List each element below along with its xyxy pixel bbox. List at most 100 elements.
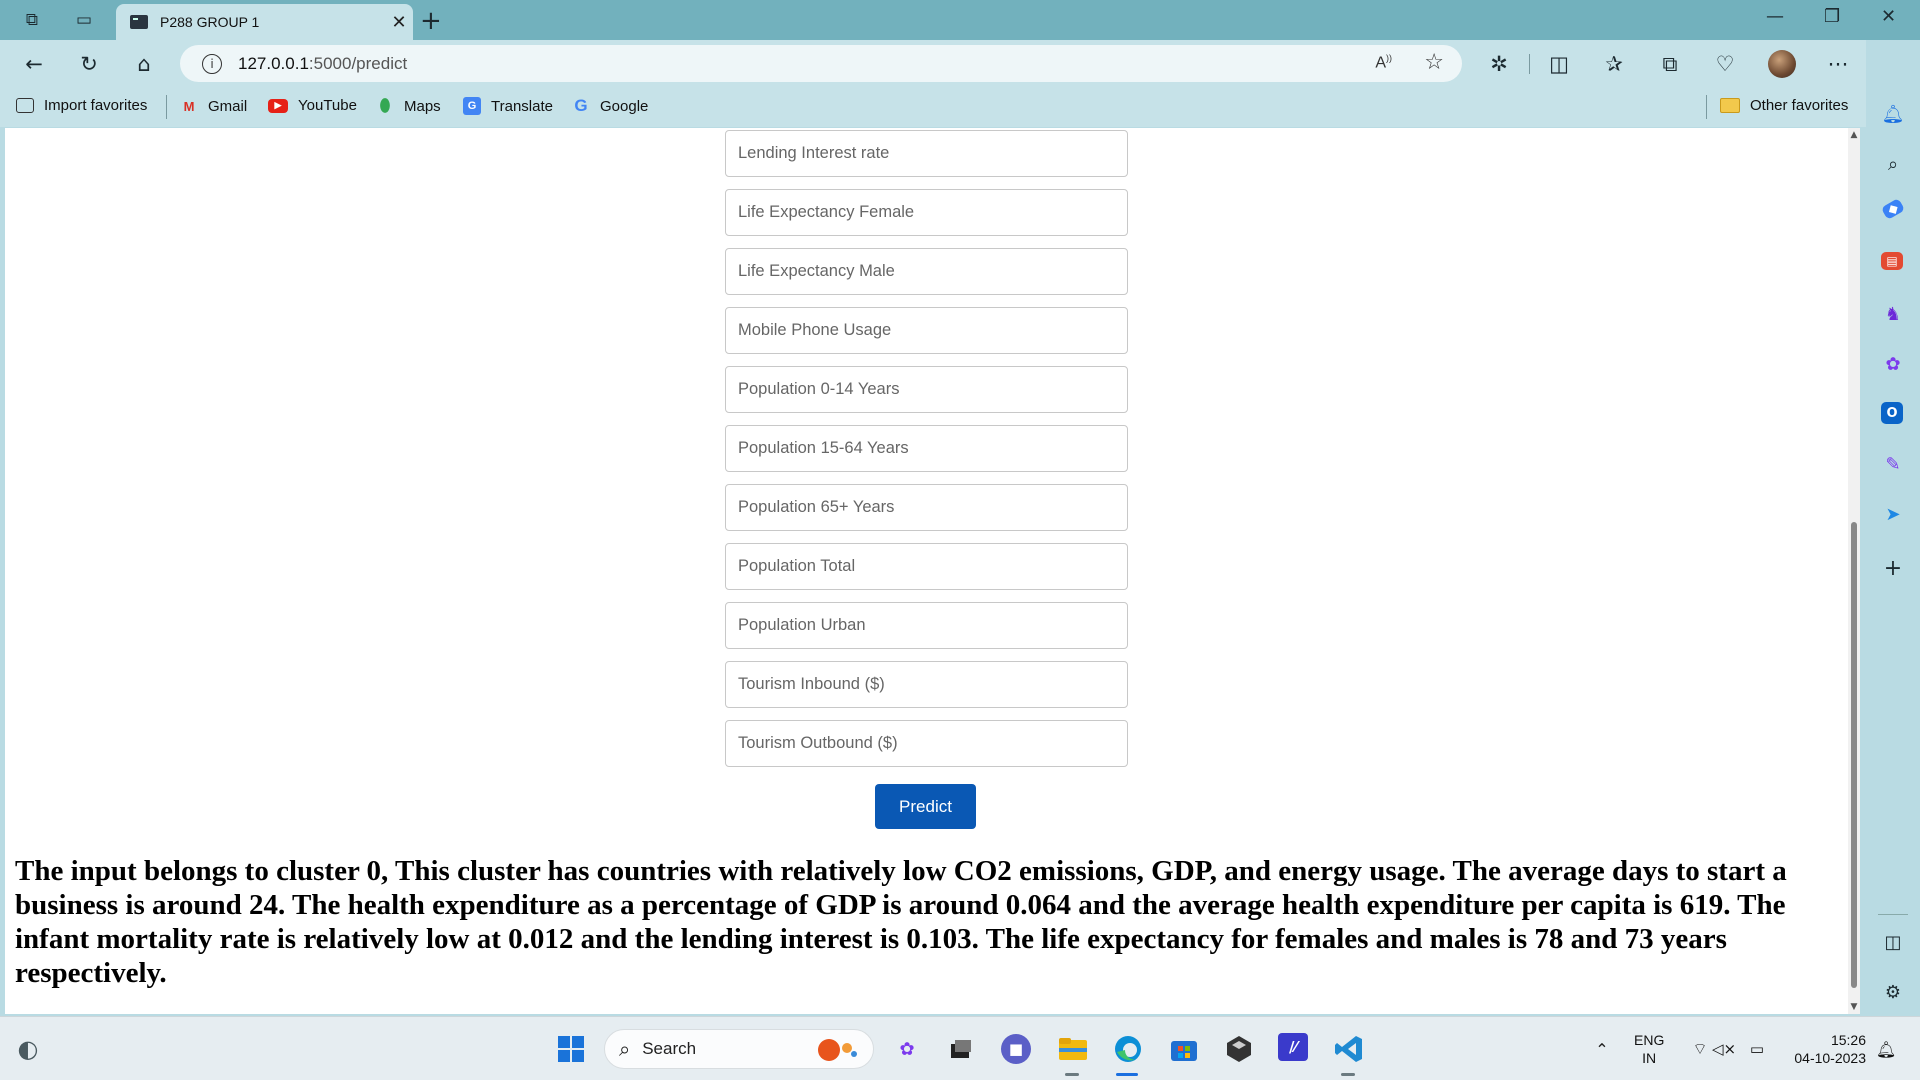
favorite-maps[interactable]: ⬮ Maps: [376, 96, 441, 115]
start-windows-icon[interactable]: [555, 1033, 587, 1065]
population-total-input[interactable]: [725, 543, 1128, 590]
google-icon: G: [574, 96, 588, 115]
clock[interactable]: 15:26 04-10-2023: [1784, 1031, 1866, 1067]
more-menu-icon[interactable]: ⋯: [1824, 50, 1852, 78]
search-icon[interactable]: ⌕: [1881, 152, 1905, 176]
close-tab-icon[interactable]: ✕: [385, 12, 413, 33]
edge-sidebar: 🔔︎ ⌕ ◆ ▤ ♞ ✿ O ✎ ➤ + ◫ ⚙: [1866, 40, 1920, 1014]
terminal-favicon-icon: [130, 15, 148, 29]
tools-briefcase-icon[interactable]: ▤: [1881, 252, 1903, 270]
restore-icon[interactable]: ❐: [1824, 6, 1840, 27]
favorites-divider: [1706, 95, 1707, 119]
notification-bell-icon[interactable]: 🔔︎: [1870, 1033, 1902, 1065]
other-favorites[interactable]: Other favorites: [1720, 97, 1848, 114]
unity-app-icon[interactable]: [1223, 1033, 1255, 1065]
favorite-google[interactable]: G Google: [572, 96, 648, 115]
new-tab-icon[interactable]: +: [420, 6, 442, 36]
volume-muted-icon[interactable]: ◁×: [1708, 1033, 1740, 1065]
windows-taskbar: ◐ ⌕ Search ✿ ■ /⁄ ⌃ ENG IN ⌔ ◁× ▭ 15:26 …: [0, 1016, 1920, 1080]
import-icon: [16, 98, 34, 113]
favorites-divider: [166, 95, 167, 119]
outlook-icon[interactable]: O: [1881, 402, 1903, 424]
battery-icon[interactable]: ▭: [1741, 1033, 1773, 1065]
favorite-import[interactable]: Import favorites: [16, 97, 147, 114]
tab-bar: ⧉ ▭ P288 GROUP 1 ✕ + — ❐ ✕: [0, 0, 1920, 40]
games-icon[interactable]: ♞: [1881, 302, 1905, 326]
hide-sidebar-icon[interactable]: ◫: [1881, 930, 1905, 954]
favorite-translate[interactable]: G Translate: [463, 97, 553, 115]
scroll-up-arrow-icon[interactable]: ▲: [1848, 130, 1860, 140]
window-close-icon[interactable]: ✕: [1881, 6, 1896, 27]
read-aloud-icon[interactable]: A)): [1375, 53, 1392, 72]
url-text[interactable]: 127.0.0.1:5000/predict: [238, 54, 407, 74]
running-indicator: [1065, 1073, 1079, 1076]
youtube-icon: ▶: [268, 98, 288, 113]
microsoft-store-icon[interactable]: [1168, 1033, 1200, 1065]
site-info-icon[interactable]: i: [202, 53, 222, 74]
home-icon[interactable]: ⌂: [130, 50, 158, 78]
vs-code-icon[interactable]: [1333, 1033, 1365, 1065]
refresh-icon[interactable]: ↻: [75, 50, 103, 78]
folder-icon: [1720, 98, 1740, 113]
tourism-outbound-input[interactable]: [725, 720, 1128, 767]
toolbar-divider: [1529, 54, 1530, 74]
favorite-youtube[interactable]: ▶ YouTube: [268, 97, 357, 114]
split-screen-icon[interactable]: ◫: [1545, 50, 1573, 78]
page-scrollbar[interactable]: ▲ ▼: [1848, 128, 1860, 1014]
life-expectancy-male-input[interactable]: [725, 248, 1128, 295]
life-expectancy-female-input[interactable]: [725, 189, 1128, 236]
back-icon[interactable]: ←: [20, 50, 48, 78]
population-65-plus-input[interactable]: [725, 484, 1128, 531]
profile-avatar[interactable]: [1768, 50, 1796, 78]
mobile-phone-usage-input[interactable]: [725, 307, 1128, 354]
tourism-inbound-input[interactable]: [725, 661, 1128, 708]
search-highlight-icon: [818, 1039, 857, 1061]
search-magnifier-icon: ⌕: [619, 1037, 631, 1061]
address-bar[interactable]: i 127.0.0.1:5000/predict A)) ☆: [180, 45, 1462, 82]
tab-actions-icon[interactable]: ▭: [72, 8, 96, 32]
favorites-bar: Import favorites M Gmail ▶ YouTube ⬮ Map…: [0, 87, 1875, 127]
language-indicator[interactable]: ENG IN: [1634, 1031, 1664, 1067]
tab-title: P288 GROUP 1: [160, 14, 260, 30]
prediction-result-text: The input belongs to cluster 0, This clu…: [15, 855, 1787, 989]
maps-icon: ⬮: [379, 96, 391, 115]
favorite-gmail[interactable]: M Gmail: [180, 97, 248, 115]
show-hidden-icons-chevron-icon[interactable]: ⌃: [1586, 1033, 1618, 1065]
population-15-64-input[interactable]: [725, 425, 1128, 472]
active-app-indicator: [1116, 1073, 1138, 1076]
tab-active[interactable]: P288 GROUP 1 ✕: [116, 4, 413, 40]
workspaces-icon[interactable]: ⧉: [20, 8, 44, 32]
gmail-icon: M: [183, 98, 195, 114]
population-0-14-input[interactable]: [725, 366, 1128, 413]
predict-button[interactable]: Predict: [875, 784, 976, 829]
scroll-down-arrow-icon[interactable]: ▼: [1848, 1002, 1860, 1012]
copilot-preview-icon[interactable]: ✿: [891, 1033, 923, 1065]
minimize-icon[interactable]: —: [1766, 6, 1784, 27]
add-sidebar-app-icon[interactable]: +: [1881, 556, 1905, 581]
collections-icon[interactable]: ⧉: [1656, 50, 1684, 78]
favorite-star-icon[interactable]: ☆: [1424, 50, 1444, 75]
navigation-toolbar: ← ↻ ⌂ i 127.0.0.1:5000/predict A)) ☆ ✲ ◫…: [0, 40, 1920, 87]
shopping-tag-icon[interactable]: ◆: [1880, 197, 1906, 221]
notifications-bell-icon[interactable]: 🔔︎: [1881, 102, 1905, 126]
sidebar-settings-gear-icon[interactable]: ⚙: [1881, 980, 1905, 1004]
file-explorer-icon[interactable]: [1057, 1033, 1089, 1065]
population-urban-input[interactable]: [725, 602, 1128, 649]
favorites-icon[interactable]: ✰: [1600, 50, 1628, 78]
edge-browser-icon[interactable]: [1112, 1033, 1144, 1065]
scrollbar-thumb[interactable]: [1851, 522, 1857, 988]
taskbar-search[interactable]: ⌕ Search: [604, 1029, 874, 1069]
translate-icon: G: [463, 97, 481, 115]
power-automate-icon[interactable]: /⁄: [1278, 1033, 1308, 1061]
browser-essentials-icon[interactable]: ♡: [1711, 50, 1739, 78]
teams-chat-icon[interactable]: ■: [1001, 1034, 1031, 1064]
page-content: Predict The input belongs to cluster 0, …: [5, 128, 1860, 1014]
microsoft-365-icon[interactable]: ✿: [1881, 352, 1905, 376]
extensions-icon[interactable]: ✲: [1485, 50, 1513, 78]
widgets-weather-icon[interactable]: ◐: [12, 1033, 44, 1065]
task-view-icon[interactable]: [945, 1033, 977, 1065]
drop-send-icon[interactable]: ➤: [1881, 502, 1905, 526]
designer-icon[interactable]: ✎: [1881, 452, 1905, 476]
lending-interest-input[interactable]: [725, 130, 1128, 177]
running-indicator: [1341, 1073, 1355, 1076]
